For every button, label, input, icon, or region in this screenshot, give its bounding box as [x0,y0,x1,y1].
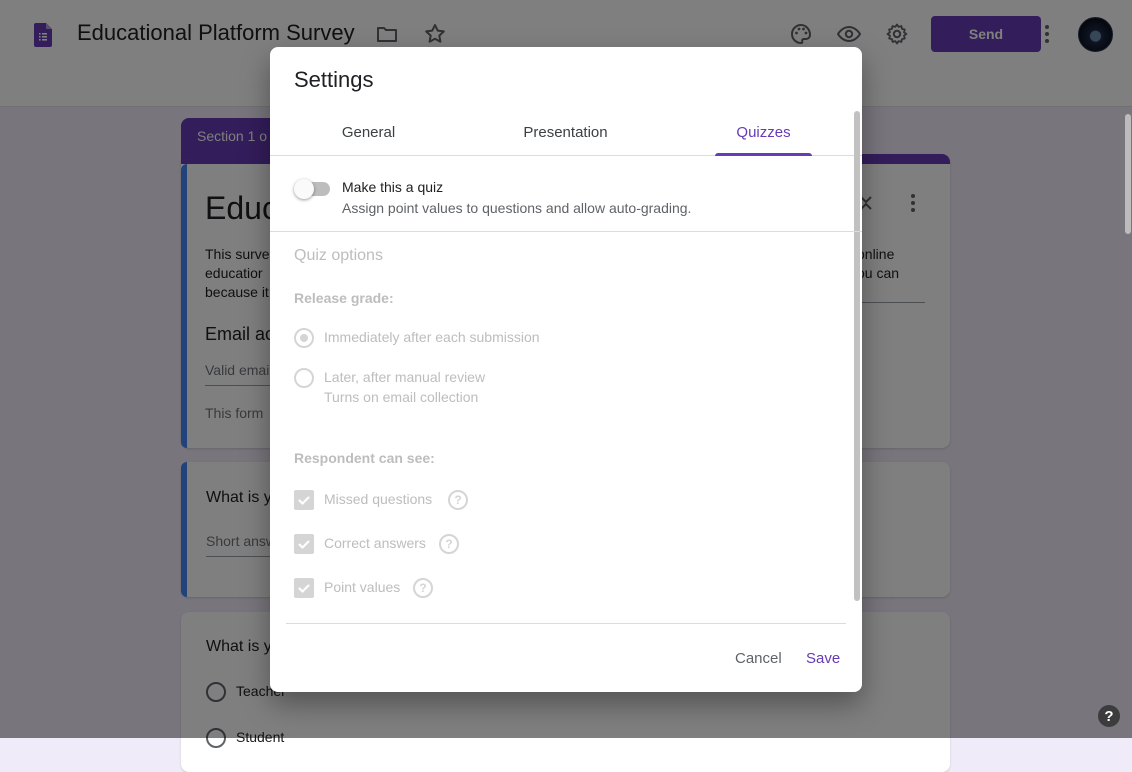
settings-dialog: Settings General Presentation Quizzes Ma… [270,47,862,692]
release-later-radio[interactable] [294,368,314,388]
make-quiz-label: Make this a quiz [342,179,444,195]
page-scrollbar[interactable] [1124,104,1132,738]
point-values-label: Point values [324,579,401,595]
section-divider [270,231,862,232]
make-quiz-description: Assign point values to questions and all… [342,200,692,216]
point-values-checkbox[interactable] [294,578,314,598]
tab-quizzes[interactable]: Quizzes [715,109,812,156]
checkmark-icon [298,584,310,594]
checkmark-icon [298,496,310,506]
correct-answers-checkbox[interactable] [294,534,314,554]
help-circle-icon[interactable]: ? [439,534,459,554]
dialog-title: Settings [294,67,374,92]
page-scrollbar-thumb[interactable] [1125,114,1131,234]
correct-answers-label: Correct answers [324,535,426,551]
make-quiz-toggle[interactable] [294,179,332,199]
checkmark-icon [298,540,310,550]
missed-questions-label: Missed questions [324,491,433,507]
toggle-knob [294,179,314,199]
help-circle-icon[interactable]: ? [448,490,468,510]
footer-divider [286,623,846,624]
dialog-scrollbar[interactable] [854,111,860,601]
tab-general[interactable]: General [270,109,467,155]
respondent-can-see-heading: Respondent can see: [294,450,435,466]
release-grade-heading: Release grade: [294,290,394,306]
missed-questions-checkbox[interactable] [294,490,314,510]
release-immediately-label: Immediately after each submission [324,329,540,345]
help-circle-icon[interactable]: ? [413,578,433,598]
release-later-label: Later, after manual review [324,369,486,385]
save-button[interactable]: Save [806,645,840,671]
cancel-button[interactable]: Cancel [735,645,782,671]
quiz-options-heading: Quiz options [294,247,383,264]
release-later-sublabel: Turns on email collection [324,389,479,405]
help-icon[interactable]: ? [1098,705,1120,727]
tab-presentation[interactable]: Presentation [467,109,664,155]
release-immediately-radio[interactable] [294,328,314,348]
settings-tabs: General Presentation Quizzes [270,109,862,156]
